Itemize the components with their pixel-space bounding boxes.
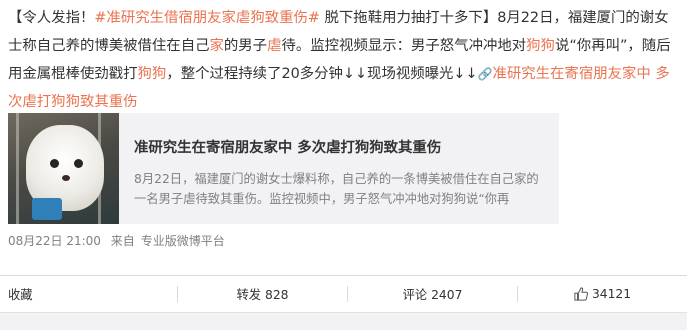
keyword-link[interactable]: 虐 <box>267 38 281 54</box>
article-title[interactable]: 准研究生在寄宿朋友家中 多次虐打狗狗致其重伤 <box>134 137 549 159</box>
favorite-label: 收藏 <box>8 288 33 302</box>
post-text-part: 的男子 <box>223 38 268 54</box>
keyword-link[interactable]: 家 <box>209 38 223 54</box>
article-thumbnail[interactable] <box>8 113 119 224</box>
article-card-body: 准研究生在寄宿朋友家中 多次虐打狗狗致其重伤 8月22日，福建厦门的谢女士爆料称… <box>119 113 559 224</box>
post-time[interactable]: 08月22日 21:00 <box>8 234 101 248</box>
comment-label: 评论 2407 <box>402 288 463 302</box>
post-source[interactable]: 专业版微博平台 <box>141 234 225 248</box>
like-count: 34121 <box>591 287 632 301</box>
keyword-link[interactable]: 狗狗 <box>526 38 555 54</box>
topic-link[interactable]: #准研究生借宿朋友家虐狗致重伤# <box>94 10 320 26</box>
repost-button[interactable]: 转发 828 <box>178 276 347 312</box>
link-icon[interactable]: 🔗 <box>478 67 493 81</box>
post-text-part: 待。监控视频显示：男子怒气冲冲地对 <box>281 38 527 54</box>
post-meta: 08月22日 21:00 来自 专业版微博平台 <box>8 233 231 249</box>
post-text-part: 【令人发指！ <box>8 10 95 26</box>
thumbs-up-icon <box>574 287 588 301</box>
source-label: 来自 <box>110 234 135 248</box>
action-bar: 收藏 转发 828 评论 2407 34121 <box>0 276 687 312</box>
post-text: 【令人发指！#准研究生借宿朋友家虐狗致重伤# 脱下拖鞋用力抽打十多下】8月22日… <box>8 4 680 116</box>
like-button[interactable]: 34121 <box>518 276 687 312</box>
article-description: 8月22日，福建厦门的谢女士爆料称，自己养的一条博美被借住在自己家的一名男子虐待… <box>134 172 539 206</box>
comment-button[interactable]: 评论 2407 <box>348 276 517 312</box>
keyword-link[interactable]: 狗狗 <box>138 66 167 82</box>
favorite-button[interactable]: 收藏 <box>0 276 177 312</box>
repost-label: 转发 828 <box>236 288 289 302</box>
bottom-bar <box>0 312 687 330</box>
post-text-part: ，整个过程持续了20多分钟↓↓现场视频曝光↓↓ <box>166 66 478 82</box>
article-card[interactable]: 准研究生在寄宿朋友家中 多次虐打狗狗致其重伤 8月22日，福建厦门的谢女士爆料称… <box>8 113 559 224</box>
